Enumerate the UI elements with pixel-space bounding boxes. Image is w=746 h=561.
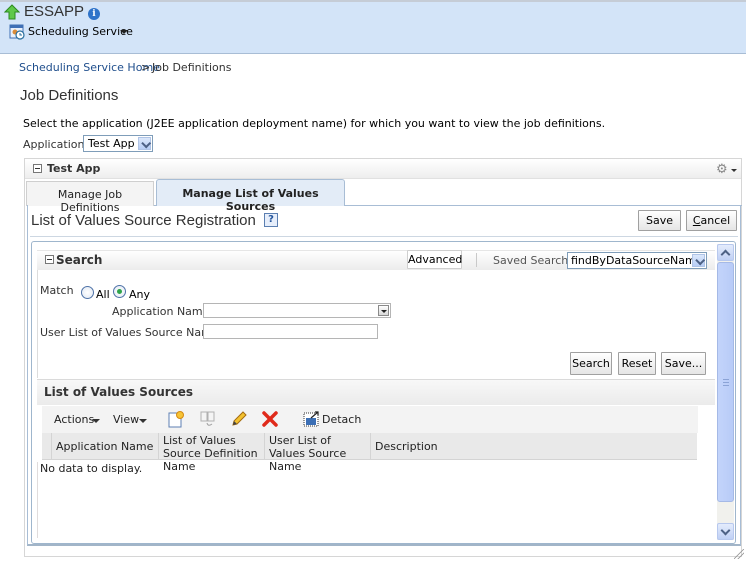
scheduling-service-menu[interactable]: Scheduling Service [28,25,133,38]
chevron-down-icon[interactable] [731,169,737,172]
breadcrumb-home-link[interactable]: Scheduling Service Home [19,61,160,74]
divider [30,236,738,237]
tab-manage-job-definitions[interactable]: Manage Job Definitions [26,181,154,214]
empty-table-message: No data to display. [40,462,143,475]
match-all-label[interactable]: All [96,288,110,301]
cancel-button[interactable]: Cancel [686,210,737,231]
application-name-combo[interactable] [203,303,391,318]
actions-menu[interactable]: Actions [54,413,94,426]
section-title: List of Values Source Registration [31,212,256,229]
application-select[interactable]: Test App [83,135,153,152]
chevron-down-icon[interactable] [138,137,151,150]
gear-icon[interactable]: ⚙ [716,162,728,177]
divider [37,462,38,538]
delete-icon[interactable] [261,410,279,428]
column-header-lov-source-definition-name[interactable]: List of Values Source Definition Name [158,433,264,473]
dropdown-arrow-icon[interactable] [378,305,389,316]
scroll-down-button[interactable] [717,523,734,540]
detach-icon[interactable] [303,410,321,428]
column-header-application-name[interactable]: Application Name [51,433,158,460]
application-label: Application [23,138,85,151]
detach-button[interactable]: Detach [322,413,361,426]
page-title: Job Definitions [20,87,119,104]
saved-search-value: findByDataSourceName [571,254,703,267]
column-header-description[interactable]: Description [370,433,697,460]
scheduling-service-icon [9,24,25,40]
home-arrow-icon[interactable] [4,4,20,20]
search-button[interactable]: Search [570,352,612,375]
chevron-down-icon[interactable] [120,30,128,34]
match-all-radio[interactable] [81,286,94,299]
edit-icon[interactable] [230,410,248,428]
saved-search-select[interactable]: findByDataSourceName [567,252,707,269]
application-name-label: Application Name [112,305,210,318]
info-icon[interactable]: i [88,8,100,20]
list-title: List of Values Sources [44,385,194,399]
column-header-user-lov-source-name[interactable]: User List of Values Source Name [264,433,370,473]
app-title: ESSAPP [24,3,85,20]
duplicate-icon[interactable] [199,410,217,428]
cancel-button-label: Cancel [692,214,731,227]
instruction-text: Select the application (J2EE application… [23,117,606,130]
search-title: Search [56,253,103,267]
application-select-value: Test App [88,137,135,150]
advanced-button[interactable]: Advanced [407,250,462,269]
collapse-icon[interactable] [45,255,54,264]
save-button[interactable]: Save [638,210,681,231]
collapse-icon[interactable] [33,164,42,173]
match-any-label[interactable]: Any [129,288,150,301]
chevron-down-icon[interactable] [692,254,705,267]
help-icon[interactable]: ? [264,213,278,227]
saved-search-label: Saved Search [493,254,569,267]
chevron-down-icon[interactable] [92,419,100,423]
scrollbar-thumb[interactable] [717,262,734,502]
save-search-button[interactable]: Save... [661,352,706,375]
match-any-radio[interactable] [113,285,126,298]
divider [476,253,477,267]
view-menu[interactable]: View [113,413,139,426]
reset-button[interactable]: Reset [618,352,656,375]
panel-title: Test App [47,162,101,175]
user-lov-source-name-input[interactable] [203,324,378,339]
scroll-up-button[interactable] [717,244,734,261]
create-icon[interactable] [167,410,185,428]
chevron-down-icon[interactable] [139,419,147,423]
user-lov-source-name-label: User List of Values Source Name [40,326,219,339]
breadcrumb-current: Job Definitions [152,61,232,74]
tab-manage-list-of-values-sources[interactable]: Manage List of Values Sources [156,179,345,213]
resize-handle-icon[interactable] [734,549,744,559]
match-label: Match [40,284,74,297]
panel-header [25,159,741,179]
breadcrumb-separator: > [141,61,151,74]
